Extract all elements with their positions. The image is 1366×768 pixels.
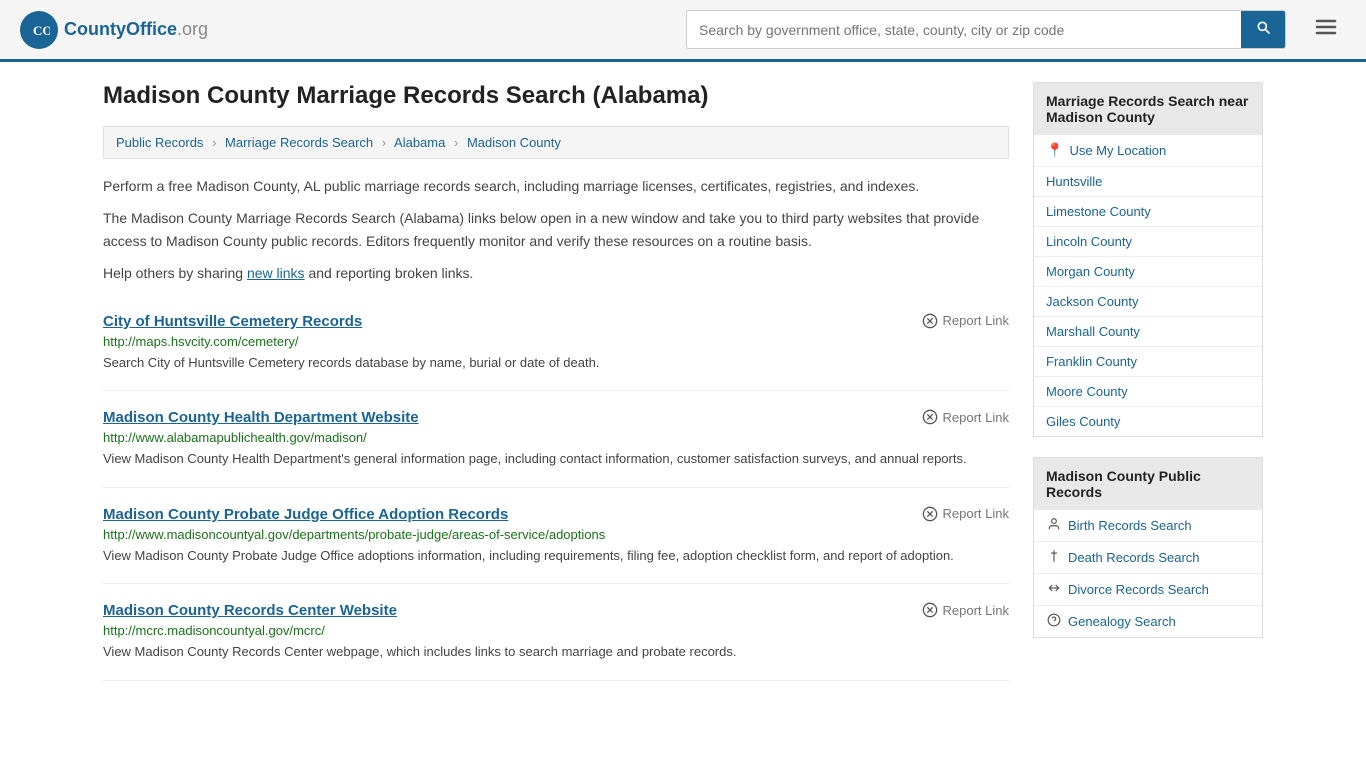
nearby-item-3[interactable]: Morgan County (1034, 257, 1262, 287)
public-records-section: Madison County Public Records Birth Reco… (1033, 457, 1263, 638)
page-container: Madison County Marriage Records Search (… (83, 62, 1283, 701)
site-header: CO CountyOffice.org (0, 0, 1366, 62)
breadcrumb-marriage-records[interactable]: Marriage Records Search (225, 135, 373, 150)
nearby-item-2[interactable]: Lincoln County (1034, 227, 1262, 257)
public-record-item-0[interactable]: Birth Records Search (1034, 510, 1262, 542)
intro-text-2: The Madison County Marriage Records Sear… (103, 207, 1009, 252)
report-icon (922, 602, 938, 618)
nearby-items: Huntsville Limestone County Lincoln County… (1034, 167, 1262, 436)
report-link-0[interactable]: Report Link (922, 313, 1009, 329)
result-desc-0: Search City of Huntsville Cemetery recor… (103, 353, 1009, 373)
nearby-link-5[interactable]: Marshall County (1046, 324, 1140, 339)
public-record-icon-0 (1046, 517, 1062, 534)
result-header: City of Huntsville Cemetery Records Repo… (103, 313, 1009, 330)
nearby-item-1[interactable]: Limestone County (1034, 197, 1262, 227)
result-header: Madison County Probate Judge Office Adop… (103, 506, 1009, 523)
nearby-item-0[interactable]: Huntsville (1034, 167, 1262, 197)
nearby-link-0[interactable]: Huntsville (1046, 174, 1102, 189)
result-desc-2: View Madison County Probate Judge Office… (103, 546, 1009, 566)
results-list: City of Huntsville Cemetery Records Repo… (103, 295, 1009, 681)
result-desc-3: View Madison County Records Center webpa… (103, 642, 1009, 662)
nearby-item-5[interactable]: Marshall County (1034, 317, 1262, 347)
report-link-1[interactable]: Report Link (922, 409, 1009, 425)
nearby-link-7[interactable]: Moore County (1046, 384, 1128, 399)
nearby-item-8[interactable]: Giles County (1034, 407, 1262, 436)
logo-icon: CO (20, 11, 58, 49)
breadcrumb-madison-county[interactable]: Madison County (467, 135, 561, 150)
public-record-item-1[interactable]: Death Records Search (1034, 542, 1262, 574)
report-icon (922, 506, 938, 522)
public-record-icon-2 (1046, 581, 1062, 598)
breadcrumb-public-records[interactable]: Public Records (116, 135, 203, 150)
nearby-item-7[interactable]: Moore County (1034, 377, 1262, 407)
nearby-list: 📍 Use My Location Huntsville Limestone Co… (1033, 135, 1263, 437)
location-pin-icon: 📍 (1046, 142, 1063, 159)
svg-text:CO: CO (33, 23, 50, 38)
main-content: Madison County Marriage Records Search (… (103, 82, 1009, 681)
public-records-header: Madison County Public Records (1033, 457, 1263, 510)
menu-button[interactable] (1306, 11, 1346, 49)
public-record-item-2[interactable]: Divorce Records Search (1034, 574, 1262, 606)
public-record-link-3[interactable]: Genealogy Search (1068, 614, 1176, 629)
nearby-link-6[interactable]: Franklin County (1046, 354, 1137, 369)
intro-text-1: Perform a free Madison County, AL public… (103, 175, 1009, 197)
page-title: Madison County Marriage Records Search (… (103, 82, 1009, 110)
result-header: Madison County Records Center Website Re… (103, 602, 1009, 619)
use-location-label: Use My Location (1069, 143, 1166, 158)
nearby-header: Marriage Records Search near Madison Cou… (1033, 82, 1263, 135)
nearby-link-3[interactable]: Morgan County (1046, 264, 1135, 279)
public-record-item-3[interactable]: Genealogy Search (1034, 606, 1262, 637)
result-url-1[interactable]: http://www.alabamapublichealth.gov/madis… (103, 430, 1009, 445)
nearby-link-1[interactable]: Limestone County (1046, 204, 1151, 219)
result-desc-1: View Madison County Health Department's … (103, 449, 1009, 469)
nearby-link-8[interactable]: Giles County (1046, 414, 1120, 429)
public-records-items: Birth Records Search Death Records Searc… (1034, 510, 1262, 637)
nearby-link-2[interactable]: Lincoln County (1046, 234, 1132, 249)
report-icon (922, 409, 938, 425)
result-item: Madison County Probate Judge Office Adop… (103, 488, 1009, 585)
new-links-link[interactable]: new links (247, 265, 305, 281)
result-item: Madison County Health Department Website… (103, 391, 1009, 488)
result-url-3[interactable]: http://mcrc.madisoncountyal.gov/mcrc/ (103, 623, 1009, 638)
public-record-link-0[interactable]: Birth Records Search (1068, 518, 1192, 533)
search-bar (686, 10, 1286, 49)
public-records-list: Birth Records Search Death Records Searc… (1033, 510, 1263, 638)
search-input[interactable] (687, 11, 1241, 48)
public-record-icon-1 (1046, 549, 1062, 566)
breadcrumb-alabama[interactable]: Alabama (394, 135, 445, 150)
public-record-link-2[interactable]: Divorce Records Search (1068, 582, 1209, 597)
result-url-0[interactable]: http://maps.hsvcity.com/cemetery/ (103, 334, 1009, 349)
intro-text-3: Help others by sharing new links and rep… (103, 262, 1009, 284)
result-item: Madison County Records Center Website Re… (103, 584, 1009, 681)
breadcrumb: Public Records › Marriage Records Search… (103, 126, 1009, 159)
logo[interactable]: CO CountyOffice.org (20, 11, 208, 49)
nearby-item-6[interactable]: Franklin County (1034, 347, 1262, 377)
report-link-3[interactable]: Report Link (922, 602, 1009, 618)
report-link-2[interactable]: Report Link (922, 506, 1009, 522)
public-record-link-1[interactable]: Death Records Search (1068, 550, 1200, 565)
nearby-link-4[interactable]: Jackson County (1046, 294, 1139, 309)
result-item: City of Huntsville Cemetery Records Repo… (103, 295, 1009, 392)
report-icon (922, 313, 938, 329)
result-header: Madison County Health Department Website… (103, 409, 1009, 426)
public-record-icon-3 (1046, 613, 1062, 630)
result-url-2[interactable]: http://www.madisoncountyal.gov/departmen… (103, 527, 1009, 542)
search-button[interactable] (1241, 11, 1285, 48)
result-title-2[interactable]: Madison County Probate Judge Office Adop… (103, 506, 508, 523)
result-title-1[interactable]: Madison County Health Department Website (103, 409, 419, 426)
nearby-item-4[interactable]: Jackson County (1034, 287, 1262, 317)
use-location-item[interactable]: 📍 Use My Location (1034, 135, 1262, 167)
logo-text: CountyOffice.org (64, 19, 208, 40)
sidebar: Marriage Records Search near Madison Cou… (1033, 82, 1263, 681)
result-title-3[interactable]: Madison County Records Center Website (103, 602, 397, 619)
result-title-0[interactable]: City of Huntsville Cemetery Records (103, 313, 362, 330)
nearby-section: Marriage Records Search near Madison Cou… (1033, 82, 1263, 437)
